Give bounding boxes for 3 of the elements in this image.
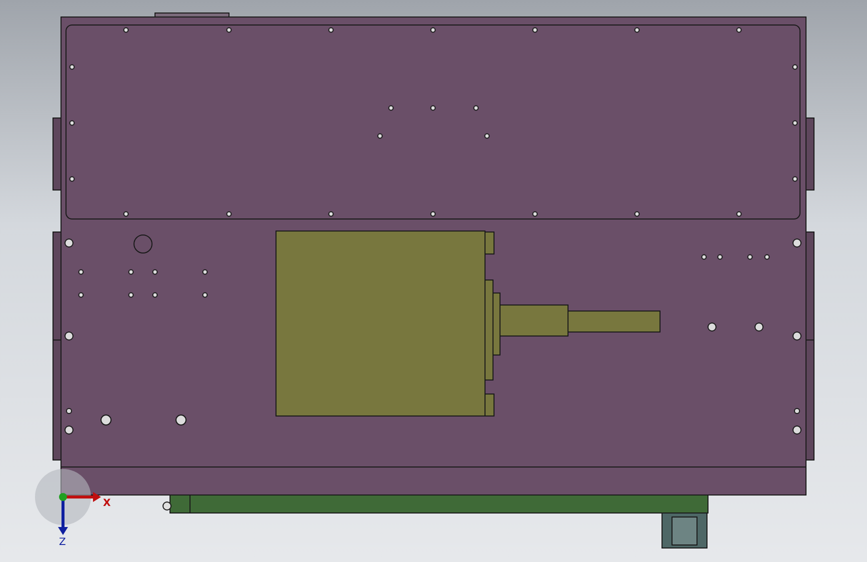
axis-label: Z xyxy=(59,537,66,548)
axis-triad-icon xyxy=(35,469,101,535)
axis-label: X xyxy=(103,498,111,509)
